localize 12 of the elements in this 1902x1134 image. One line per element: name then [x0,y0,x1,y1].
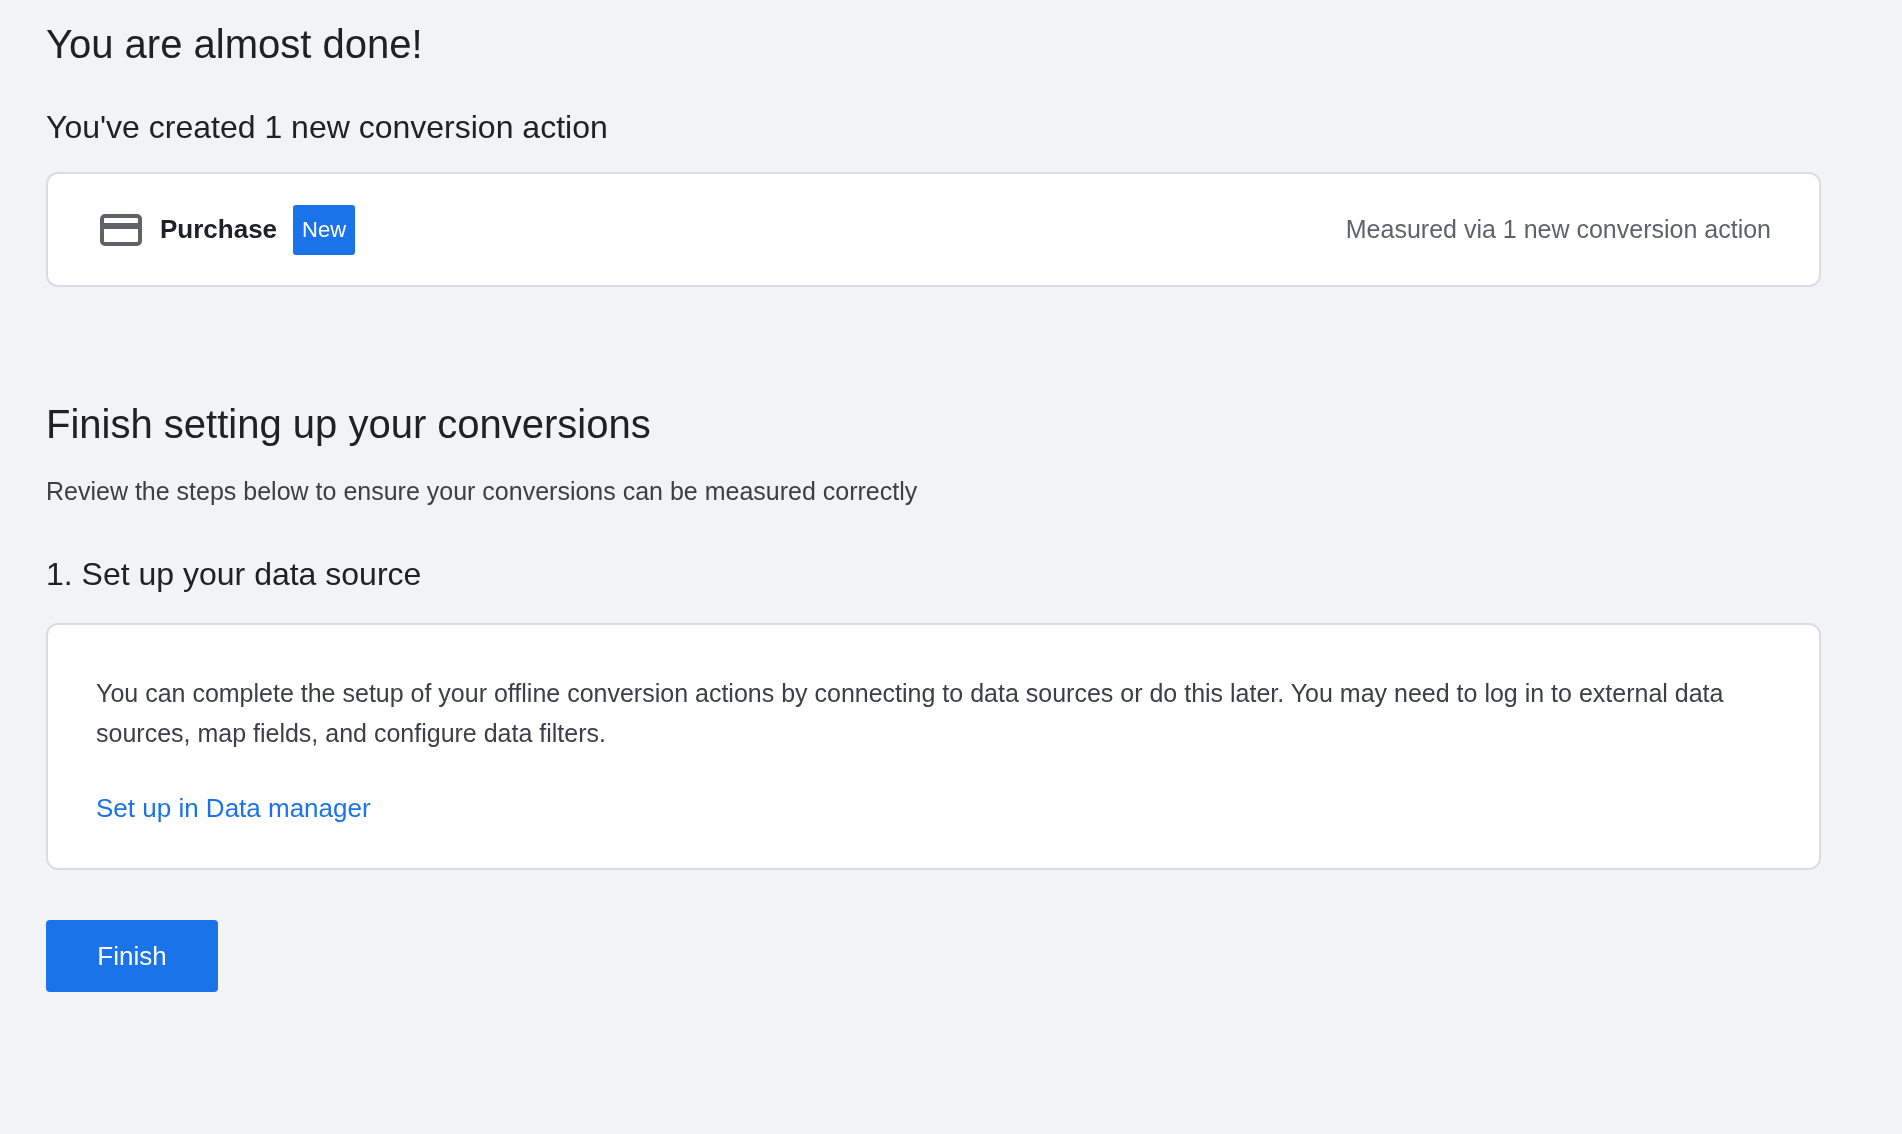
finish-button[interactable]: Finish [46,920,218,992]
section-heading: Finish setting up your conversions [46,402,651,447]
description-text: Review the steps below to ensure your conversions can be measured correctly [46,477,918,506]
page-title: You are almost done! [46,22,423,67]
step-heading: 1. Set up your data source [46,556,422,593]
action-name: Purchase [160,214,278,245]
credit-card-icon [100,213,142,246]
new-badge: New [293,204,356,255]
step-text: You can complete the setup of your offline conversion actions by connecting to data sources or do this later. You may need to log in to external data sources, map fields, and configure data filters. [96,678,1725,749]
measured-text: Measured via 1 new conversion action [1345,215,1771,244]
section-heading: You've created 1 new conversion action [46,109,608,146]
data-manager-link[interactable]: Set up in Data manager [96,793,371,824]
